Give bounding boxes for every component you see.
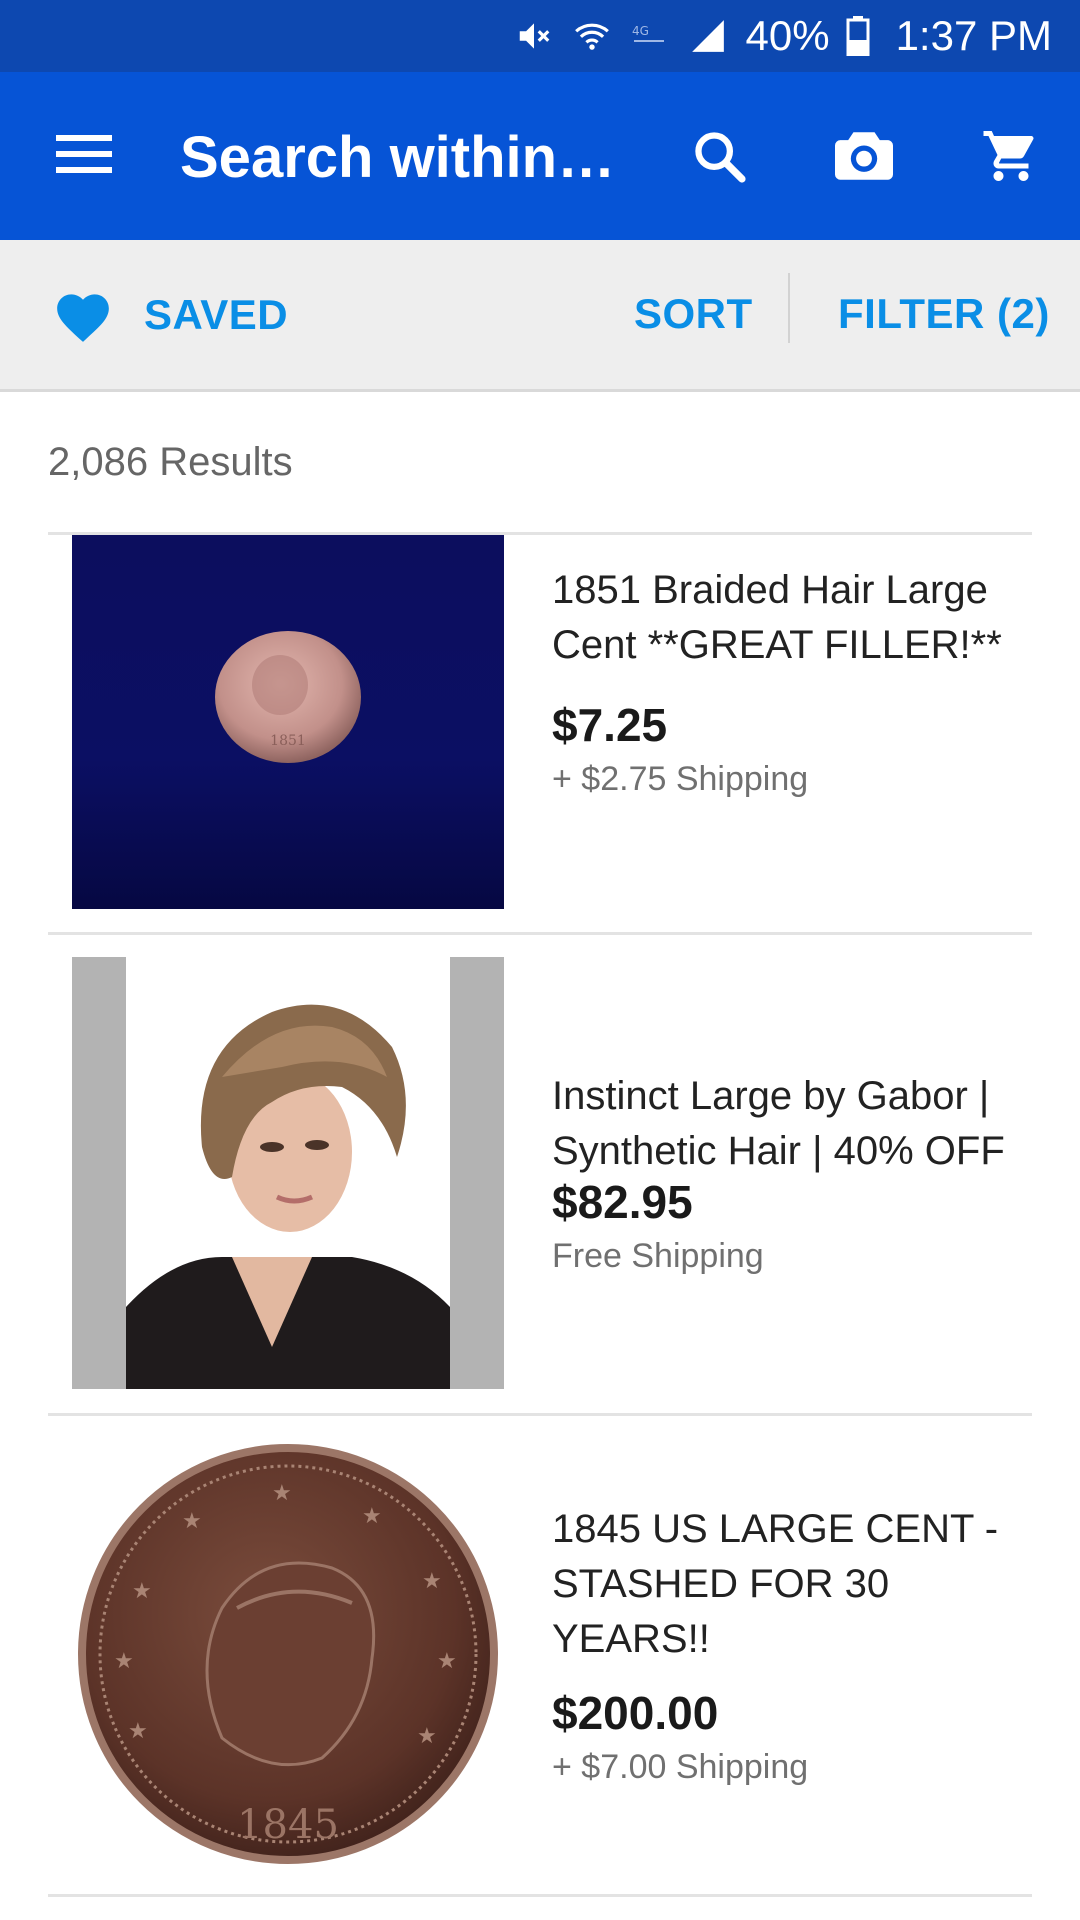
svg-text:★: ★ — [417, 1724, 437, 1749]
listing-price: $82.95 — [552, 1176, 693, 1228]
app-bar: Search within… — [0, 72, 1080, 240]
results-count: 2,086 Results — [48, 440, 293, 484]
toolbar-divider — [788, 273, 790, 343]
listing-shipping: + $7.00 Shipping — [552, 1748, 809, 1786]
listing-item[interactable]: 1851 1851 Braided Hair Large Cent **GREA… — [48, 535, 1032, 935]
listing-thumbnail: ★ ★ ★ ★ ★ ★ ★ ★ ★ 1845 — [72, 1438, 504, 1870]
filter-button[interactable]: FILTER (2) — [838, 290, 1050, 338]
menu-icon[interactable] — [52, 122, 116, 186]
svg-text:★: ★ — [362, 1504, 382, 1529]
battery-icon — [838, 16, 878, 56]
heart-icon — [52, 284, 114, 346]
battery: 40% — [746, 12, 878, 60]
svg-text:★: ★ — [272, 1481, 292, 1506]
svg-text:★: ★ — [114, 1649, 134, 1674]
listing-title[interactable]: Instinct Large by Gabor | Synthetic Hair… — [552, 1069, 1032, 1179]
battery-percent: 40% — [745, 12, 830, 59]
clock: 1:37 PM — [895, 12, 1052, 59]
svg-text:★: ★ — [132, 1579, 152, 1604]
listing-title[interactable]: 1851 Braided Hair Large Cent **GREAT FIL… — [552, 563, 1032, 673]
listing-item[interactable]: Instinct Large by Gabor | Synthetic Hair… — [48, 935, 1032, 1413]
listing-thumbnail — [72, 957, 504, 1389]
mute-icon — [514, 16, 554, 56]
listing-shipping: + $2.75 Shipping — [552, 760, 809, 798]
coin-image: ★ ★ ★ ★ ★ ★ ★ ★ ★ 1845 — [78, 1444, 498, 1864]
saved-label: SAVED — [144, 291, 289, 338]
coin-year: 1851 — [270, 733, 306, 749]
status-bar: 4G 40% 1:37 PM — [0, 0, 1080, 72]
search-field[interactable]: Search within… — [180, 124, 620, 191]
svg-text:★: ★ — [182, 1509, 202, 1534]
results-toolbar: SAVED SORT FILTER (2) — [0, 240, 1080, 392]
search-icon[interactable] — [683, 120, 755, 192]
saved-button[interactable]: SAVED — [52, 284, 288, 346]
sort-button[interactable]: SORT — [634, 290, 753, 338]
listing-price: $7.25 — [552, 699, 668, 751]
listing-shipping: Free Shipping — [552, 1237, 764, 1275]
wig-model-image — [126, 957, 450, 1389]
coin-year: 1845 — [237, 1802, 339, 1848]
svg-text:★: ★ — [437, 1649, 457, 1674]
listing-thumbnail: 1851 — [72, 535, 504, 909]
signal-icon — [688, 16, 728, 56]
listing-item[interactable]: ★ ★ ★ ★ ★ ★ ★ ★ ★ 1845 1845 US LARGE CENT - ST… — [48, 1416, 1032, 1896]
wifi-icon — [572, 16, 612, 56]
listing-title[interactable]: 1845 US LARGE CENT - STASHED FOR 30 YEAR… — [552, 1502, 1032, 1667]
svg-text:★: ★ — [128, 1719, 148, 1744]
listing-price: $200.00 — [552, 1687, 719, 1739]
svg-text:★: ★ — [422, 1569, 442, 1594]
lte-icon: 4G — [630, 16, 670, 56]
svg-text:4G: 4G — [632, 24, 649, 38]
divider — [48, 1894, 1032, 1897]
status-icons: 4G 40% 1:37 PM — [514, 0, 1052, 72]
coin-image: 1851 — [215, 631, 361, 763]
camera-icon[interactable] — [828, 120, 900, 192]
cart-icon[interactable] — [975, 120, 1047, 192]
